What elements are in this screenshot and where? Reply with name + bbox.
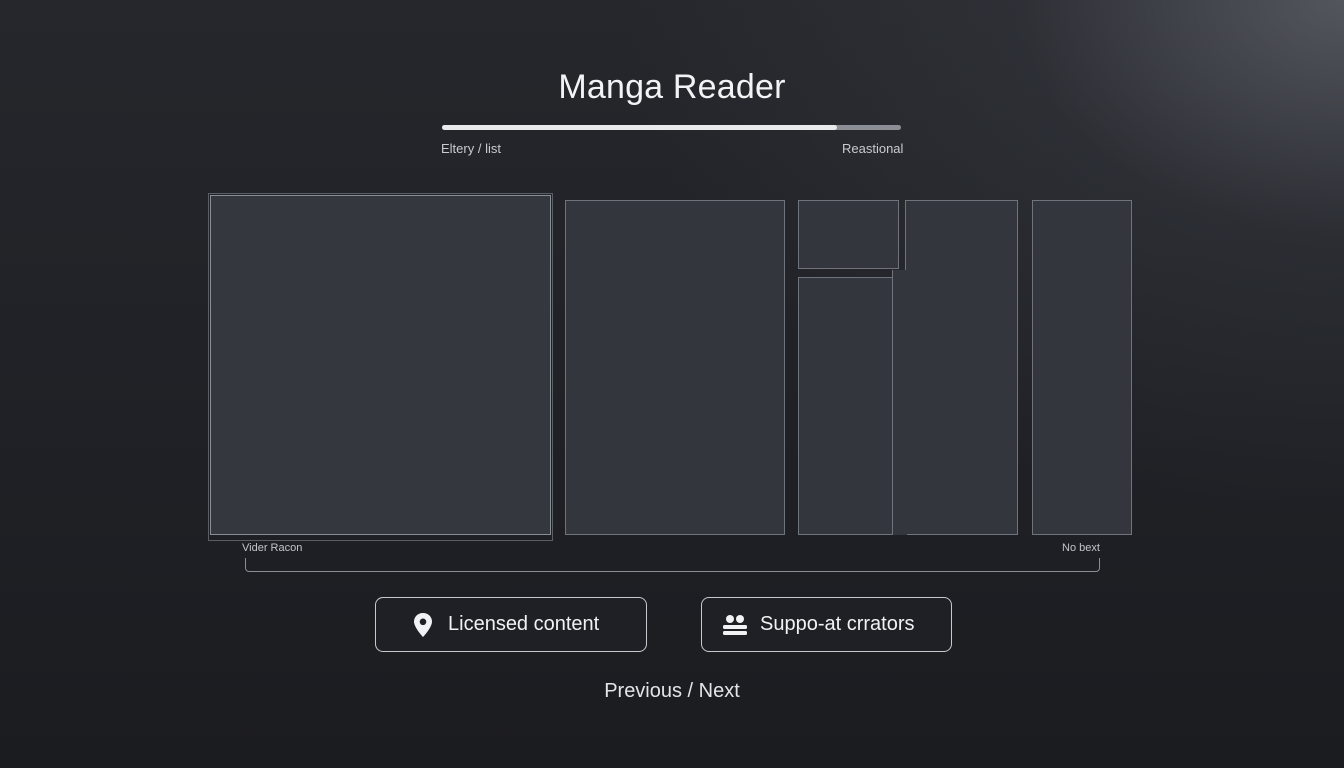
page-title: Manga Reader — [558, 68, 786, 106]
users-icon — [722, 612, 748, 638]
licensed-content-label: Licensed content — [448, 613, 600, 635]
manga-panel-3-bottom[interactable] — [798, 277, 893, 535]
progress-left-label[interactable]: Eltery / list — [441, 141, 501, 156]
panel-strip-bracket — [245, 558, 1100, 572]
manga-panel-3-top[interactable] — [798, 200, 899, 269]
previous-next-nav[interactable]: Previous / Next — [0, 680, 1344, 703]
support-creators-button[interactable]: Suppo-at crrators — [701, 597, 952, 652]
reading-progress-fill — [442, 125, 837, 130]
progress-right-label: Reastional — [842, 141, 904, 156]
support-creators-label: Suppo-at crrators — [760, 613, 915, 635]
manga-panel-4[interactable] — [1032, 200, 1132, 535]
prev-panel-label[interactable]: Vider Racon — [242, 542, 302, 554]
manga-panel-3-right[interactable] — [905, 200, 1018, 535]
location-pin-icon — [410, 612, 436, 638]
reading-progress-bar[interactable] — [442, 125, 901, 130]
manga-panel-1[interactable] — [210, 195, 551, 535]
manga-panel-3-divider — [892, 270, 907, 535]
manga-panel-2[interactable] — [565, 200, 785, 535]
licensed-content-button[interactable]: Licensed content — [375, 597, 647, 652]
next-panel-label[interactable]: No bext — [1062, 542, 1100, 554]
